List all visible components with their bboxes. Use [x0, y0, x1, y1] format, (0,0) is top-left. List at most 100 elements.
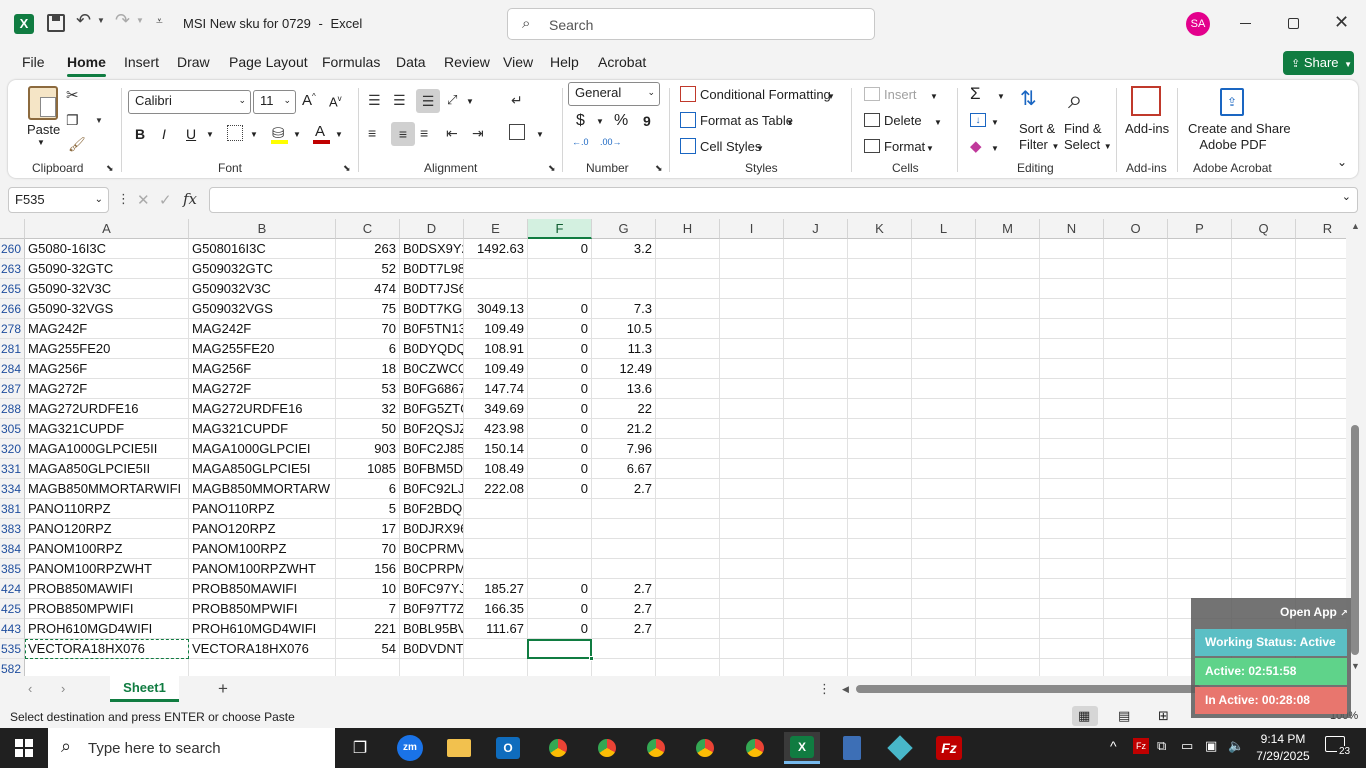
cell[interactable]: [912, 439, 976, 459]
cell[interactable]: [912, 319, 976, 339]
file-explorer-icon[interactable]: [441, 732, 477, 764]
decrease-decimal-icon[interactable]: .00→: [600, 137, 622, 147]
calculator-icon[interactable]: [834, 732, 870, 764]
cell[interactable]: 109.49: [464, 359, 528, 379]
cell[interactable]: PROH610MGD4WIFI: [25, 619, 189, 639]
percent-button[interactable]: %: [614, 112, 628, 130]
italic-button[interactable]: I: [162, 126, 166, 142]
cell[interactable]: [912, 399, 976, 419]
cell[interactable]: [720, 379, 784, 399]
tab-help[interactable]: Help: [550, 54, 579, 70]
cell[interactable]: [1168, 259, 1232, 279]
tray-volume-icon[interactable]: 🔈: [1228, 738, 1244, 754]
cell[interactable]: 0: [528, 579, 592, 599]
cell[interactable]: [1168, 519, 1232, 539]
cell[interactable]: [1232, 539, 1296, 559]
cell[interactable]: [1040, 359, 1104, 379]
cell[interactable]: B0DT7KGN: [400, 299, 464, 319]
cell[interactable]: [656, 399, 720, 419]
page-break-view-icon[interactable]: ⊞: [1158, 708, 1169, 724]
ribbon-collapse-icon[interactable]: ⌄: [1337, 155, 1347, 169]
normal-view-button[interactable]: ▦: [1072, 706, 1098, 726]
cell[interactable]: [1040, 519, 1104, 539]
tray-filezilla-icon[interactable]: Fz: [1133, 738, 1149, 754]
row-header[interactable]: 383: [0, 519, 25, 539]
cell[interactable]: [1040, 479, 1104, 499]
cell[interactable]: PANOM100RPZWHT: [25, 559, 189, 579]
taskbar-search-box[interactable]: ⌕ Type here to search: [48, 728, 335, 768]
cell[interactable]: [464, 659, 528, 676]
cell[interactable]: [1168, 359, 1232, 379]
row-header[interactable]: 287: [0, 379, 25, 399]
cell[interactable]: 7.3: [592, 299, 656, 319]
vertical-scroll-thumb[interactable]: [1351, 425, 1359, 655]
cell[interactable]: [1296, 579, 1346, 599]
cell[interactable]: [1168, 399, 1232, 419]
paste-dropdown-icon[interactable]: ▼: [37, 138, 45, 147]
cell[interactable]: [528, 559, 592, 579]
cell[interactable]: 21.2: [592, 419, 656, 439]
cell[interactable]: MAG255FE20: [189, 339, 336, 359]
align-middle-icon[interactable]: ☰: [393, 92, 406, 109]
row-header[interactable]: 424: [0, 579, 25, 599]
fill-icon[interactable]: ↓: [970, 113, 986, 127]
sort-filter-icon[interactable]: ⇅: [1020, 86, 1037, 111]
cell[interactable]: [656, 539, 720, 559]
cell[interactable]: [848, 359, 912, 379]
tray-network-icon[interactable]: ▣: [1205, 738, 1217, 754]
cell[interactable]: [1296, 319, 1346, 339]
column-header-e[interactable]: E: [464, 219, 528, 239]
cell[interactable]: [592, 279, 656, 299]
cell[interactable]: [976, 339, 1040, 359]
cell[interactable]: [656, 359, 720, 379]
outlook-icon[interactable]: O: [490, 732, 526, 764]
cell[interactable]: PROH610MGD4WIFI: [189, 619, 336, 639]
tray-battery-icon[interactable]: ▭: [1181, 738, 1193, 754]
row-header[interactable]: 582: [0, 659, 25, 676]
cell[interactable]: MAG242F: [189, 319, 336, 339]
cell[interactable]: [784, 579, 848, 599]
cell[interactable]: [1232, 239, 1296, 259]
align-bottom-icon[interactable]: ☰: [416, 89, 440, 113]
cell[interactable]: [1104, 519, 1168, 539]
sheet-tab-sheet1[interactable]: Sheet1: [110, 676, 179, 702]
cell[interactable]: 7: [336, 599, 400, 619]
cell[interactable]: 0: [528, 479, 592, 499]
cell[interactable]: [1104, 239, 1168, 259]
cell[interactable]: [656, 419, 720, 439]
cell[interactable]: B0DT7L98J1: [400, 259, 464, 279]
cell[interactable]: [848, 579, 912, 599]
cell[interactable]: [1296, 419, 1346, 439]
cell[interactable]: [784, 399, 848, 419]
cell[interactable]: [464, 499, 528, 519]
chrome-icon[interactable]: [540, 732, 576, 764]
cell[interactable]: MAG256F: [25, 359, 189, 379]
conditional-dropdown-icon[interactable]: ▼: [827, 92, 835, 101]
cell[interactable]: [1040, 279, 1104, 299]
format-table-dropdown-icon[interactable]: ▼: [786, 118, 794, 127]
number-launcher-icon[interactable]: ⬊: [655, 163, 663, 174]
cell[interactable]: G509032V3C: [189, 279, 336, 299]
cell[interactable]: [720, 539, 784, 559]
cell[interactable]: [1168, 279, 1232, 299]
cell[interactable]: MAGA850GLPCIE5II: [25, 459, 189, 479]
create-share-pdf-button[interactable]: Create and Share Adobe PDF: [1188, 121, 1291, 153]
cell[interactable]: [656, 259, 720, 279]
delete-cells-button[interactable]: Delete: [884, 113, 922, 128]
format-as-table-button[interactable]: Format as Table: [700, 113, 793, 128]
filezilla-icon[interactable]: Fz: [931, 732, 967, 764]
cell[interactable]: 0: [528, 399, 592, 419]
cell[interactable]: 22: [592, 399, 656, 419]
conditional-formatting-button[interactable]: Conditional Formatting: [700, 87, 831, 102]
cell[interactable]: [1232, 319, 1296, 339]
add-ins-icon[interactable]: [1131, 86, 1161, 116]
copy-dropdown-icon[interactable]: ▼: [95, 116, 103, 125]
expand-formula-icon[interactable]: ⌄: [1342, 190, 1351, 203]
cell[interactable]: [1040, 299, 1104, 319]
cell[interactable]: 17: [336, 519, 400, 539]
cell[interactable]: [1104, 579, 1168, 599]
cell[interactable]: [1104, 659, 1168, 676]
cell[interactable]: [720, 579, 784, 599]
cell[interactable]: [656, 299, 720, 319]
cell[interactable]: 108.91: [464, 339, 528, 359]
